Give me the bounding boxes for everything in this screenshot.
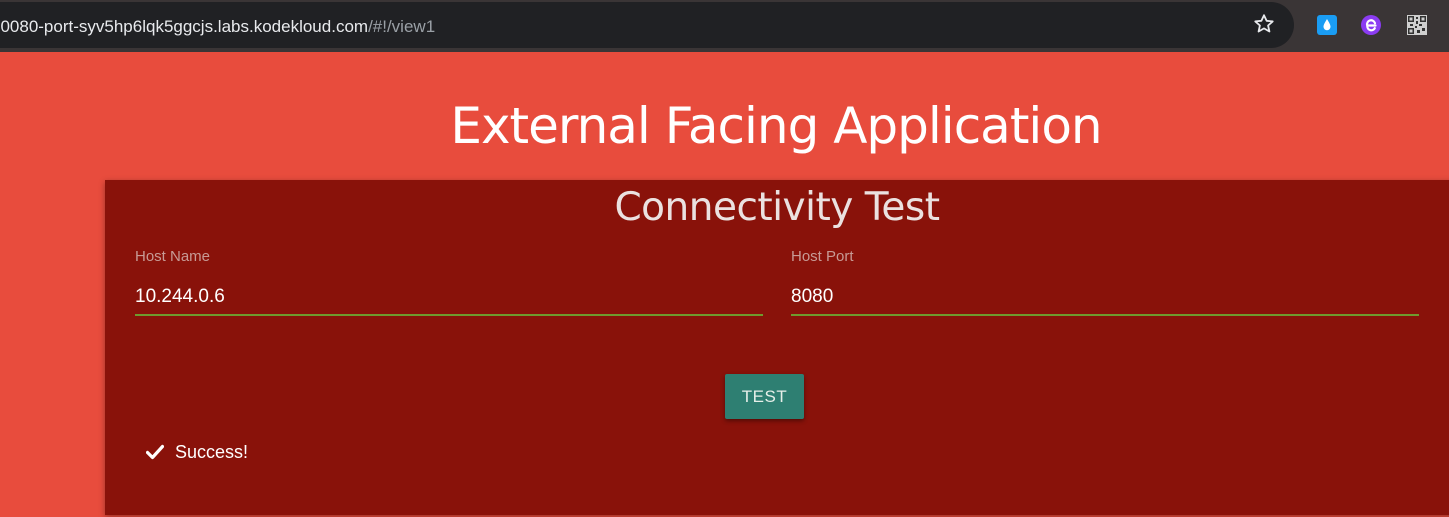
host-port-input[interactable] [791,280,1419,316]
card-title: Connectivity Test [614,185,940,230]
test-button[interactable]: TEST [725,374,804,419]
status-message: Success! [146,440,248,464]
page-title: External Facing Application [450,97,1102,155]
qr-code-extension-icon[interactable] [1407,15,1427,35]
address-bar[interactable]: 30080-port-syv5hp6lqk5ggcjs.labs.kodeklo… [0,2,1294,48]
status-text: Success! [175,441,249,462]
edge-e-extension-icon[interactable] [1361,15,1381,35]
host-name-field: Host Name [135,246,763,322]
star-icon[interactable] [1252,12,1276,36]
browser-toolbar: 30080-port-syv5hp6lqk5ggcjs.labs.kodeklo… [0,0,1449,52]
connectivity-test-card: Connectivity Test Host Name Host Port TE… [105,180,1449,515]
host-name-label: Host Name [135,248,211,265]
url-host: 30080-port-syv5hp6lqk5ggcjs.labs.kodeklo… [0,17,369,36]
host-name-input[interactable] [135,280,763,316]
host-port-field: Host Port [791,246,1419,322]
url-text[interactable]: 30080-port-syv5hp6lqk5ggcjs.labs.kodeklo… [0,16,435,38]
check-icon [146,444,164,460]
url-path: /#!/view1 [368,17,436,36]
host-port-label: Host Port [791,248,854,265]
water-drop-extension-icon[interactable] [1317,15,1337,35]
